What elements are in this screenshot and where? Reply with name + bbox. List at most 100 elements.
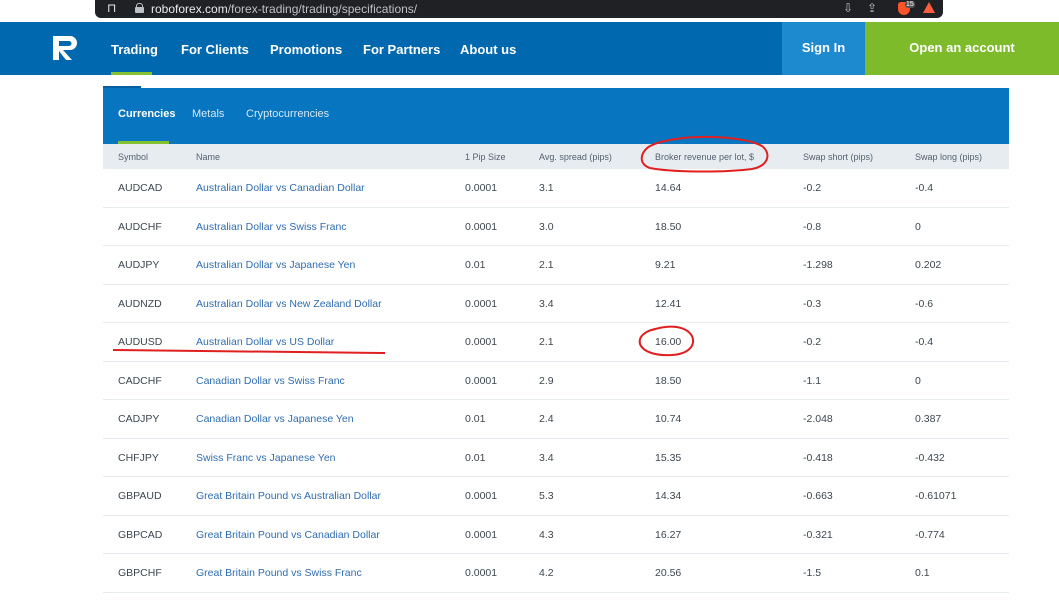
cell-swap-short: -0.2 <box>803 182 822 194</box>
header-broker-revenue[interactable]: Broker revenue per lot, $ <box>655 152 754 162</box>
cell-name[interactable]: Australian Dollar vs Canadian Dollar <box>196 182 365 194</box>
cell-symbol: GBPCHF <box>118 567 162 580</box>
cell-avg-spread: 2.4 <box>539 413 554 426</box>
cell-swap-long: -0.432 <box>915 451 945 464</box>
cell-symbol: AUDUSD <box>118 336 163 349</box>
cell-symbol: GBPAUD <box>118 490 162 503</box>
cell-swap-long: -0.6 <box>915 297 934 310</box>
cell-broker-revenue: 14.34 <box>655 490 682 503</box>
header-symbol[interactable]: Symbol <box>118 152 148 162</box>
cell-swap-short: -1.5 <box>803 567 822 580</box>
table-row: GBPAUD Great Britain Pound vs Australian … <box>103 477 1009 516</box>
cell-swap-short: -2.048 <box>803 413 833 426</box>
table-row: CADJPY Canadian Dollar vs Japanese Yen 0.0… <box>103 400 1009 439</box>
header-avg-spread[interactable]: Avg. spread (pips) <box>539 152 612 162</box>
share-icon[interactable]: ⇪ <box>867 1 877 15</box>
instrument-tabs: Currencies Metals Cryptocurrencies <box>103 88 1009 144</box>
header-swap-short[interactable]: Swap short (pips) <box>803 152 873 162</box>
cell-swap-long: -0.61071 <box>915 490 957 503</box>
cell-swap-long: -0.4 <box>915 336 934 349</box>
cell-name[interactable]: Swiss Franc vs Japanese Yen <box>196 452 336 464</box>
brave-rewards-icon[interactable] <box>923 2 935 13</box>
cell-symbol: AUDJPY <box>118 259 160 272</box>
cell-swap-short: -0.3 <box>803 297 822 310</box>
cell-swap-long: 0.202 <box>915 259 942 272</box>
brave-shield-count: 15 <box>905 1 915 8</box>
cell-name[interactable]: Australian Dollar vs New Zealand Dollar <box>196 298 382 310</box>
nav-for-clients[interactable]: For Clients <box>181 42 249 57</box>
cell-name[interactable]: Australian Dollar vs Japanese Yen <box>196 259 355 271</box>
header-name[interactable]: Name <box>196 152 220 162</box>
nav-active-indicator <box>111 72 152 75</box>
cell-pip-size: 0.0001 <box>465 182 498 194</box>
cell-avg-spread: 5.3 <box>539 490 554 503</box>
url-host: roboforex.com <box>151 2 228 16</box>
cell-pip-size: 0.0001 <box>465 297 498 310</box>
bookmark-icon[interactable]: ⊓ <box>107 1 116 15</box>
cell-swap-short: -0.2 <box>803 336 822 349</box>
header-pip-size[interactable]: 1 Pip Size <box>465 152 506 162</box>
cell-pip-size: 0.0001 <box>465 336 498 349</box>
table-row: AUDCAD Australian Dollar vs Canadian Doll… <box>103 169 1009 208</box>
open-account-button[interactable]: Open an account <box>865 22 1059 75</box>
cell-pip-size: 0.0001 <box>465 374 498 387</box>
tab-currencies[interactable]: Currencies <box>118 108 175 120</box>
cell-broker-revenue: 18.50 <box>655 374 682 387</box>
cell-name[interactable]: Great Britain Pound vs Australian Dollar <box>196 490 381 502</box>
cell-broker-revenue: 16.27 <box>655 528 682 541</box>
cell-avg-spread: 3.0 <box>539 220 554 233</box>
cell-pip-size: 0.0001 <box>465 490 498 503</box>
cell-avg-spread: 4.2 <box>539 567 554 580</box>
cell-pip-size: 0.0001 <box>465 528 498 541</box>
cell-name[interactable]: Great Britain Pound vs Canadian Dollar <box>196 529 380 541</box>
cell-broker-revenue: 20.56 <box>655 567 682 580</box>
cell-name[interactable]: Canadian Dollar vs Swiss Franc <box>196 375 345 387</box>
cell-avg-spread: 3.4 <box>539 297 554 310</box>
cell-avg-spread: 2.1 <box>539 259 554 272</box>
table-row: AUDNZD Australian Dollar vs New Zealand D… <box>103 284 1009 324</box>
cell-pip-size: 0.01 <box>465 451 486 464</box>
sign-in-button[interactable]: Sign In <box>782 22 865 75</box>
table-row: GBPCHF Great Britain Pound vs Swiss Franc… <box>103 554 1009 594</box>
cell-symbol: CHFJPY <box>118 451 159 464</box>
nav-promotions[interactable]: Promotions <box>270 42 342 57</box>
roboforex-logo[interactable] <box>50 33 80 63</box>
cell-swap-long: 0.387 <box>915 413 942 426</box>
url-path: /forex-trading/trading/specifications/ <box>227 2 418 16</box>
cell-broker-revenue: 10.74 <box>655 413 682 426</box>
cell-swap-short: -0.8 <box>803 220 822 233</box>
nav-trading[interactable]: Trading <box>111 42 158 57</box>
cell-symbol: AUDCHF <box>118 220 162 233</box>
cell-symbol: CADJPY <box>118 413 160 426</box>
browser-chrome: ⊓ roboforex.com/forex-trading/trading/sp… <box>0 0 1059 18</box>
cell-name[interactable]: Great Britain Pound vs Swiss Franc <box>196 567 362 579</box>
cell-swap-long: 0 <box>915 374 921 387</box>
tab-cryptocurrencies[interactable]: Cryptocurrencies <box>246 108 329 120</box>
install-icon[interactable]: ⇩ <box>843 1 853 15</box>
cell-name[interactable]: Australian Dollar vs Swiss Franc <box>196 221 347 233</box>
nav-for-partners[interactable]: For Partners <box>363 42 440 57</box>
header-swap-long[interactable]: Swap long (pips) <box>915 152 982 162</box>
cell-avg-spread: 3.1 <box>539 182 554 194</box>
cell-name[interactable]: Australian Dollar vs US Dollar <box>196 336 334 348</box>
url-text[interactable]: roboforex.com/forex-trading/trading/spec… <box>151 2 417 16</box>
table-row: CADCHF Canadian Dollar vs Swiss Franc 0.00… <box>103 361 1009 401</box>
cell-swap-short: -1.298 <box>803 259 833 272</box>
nav-about-us[interactable]: About us <box>460 42 516 57</box>
cell-pip-size: 0.0001 <box>465 567 498 580</box>
tab-metals[interactable]: Metals <box>192 108 224 120</box>
table-row: AUDCHF Australian Dollar vs Swiss Franc 0.… <box>103 207 1009 247</box>
cell-broker-revenue: 9.21 <box>655 259 676 272</box>
cell-broker-revenue: 15.35 <box>655 451 682 464</box>
cell-swap-long: -0.4 <box>915 182 934 194</box>
table-row: AUDUSD Australian Dollar vs US Dollar 0.00… <box>103 323 1009 362</box>
cell-avg-spread: 3.4 <box>539 451 554 464</box>
table-row: CHFJPY Swiss Franc vs Japanese Yen 0.01 3.4… <box>103 438 1009 478</box>
cell-swap-long: 0 <box>915 220 921 233</box>
table-header: Symbol Name 1 Pip Size Avg. spread (pips… <box>103 144 1009 169</box>
cell-broker-revenue: 18.50 <box>655 220 682 233</box>
cell-pip-size: 0.01 <box>465 259 486 272</box>
address-bar[interactable]: ⊓ roboforex.com/forex-trading/trading/sp… <box>95 0 943 18</box>
cell-name[interactable]: Canadian Dollar vs Japanese Yen <box>196 413 354 425</box>
cell-symbol: GBPCAD <box>118 528 163 541</box>
